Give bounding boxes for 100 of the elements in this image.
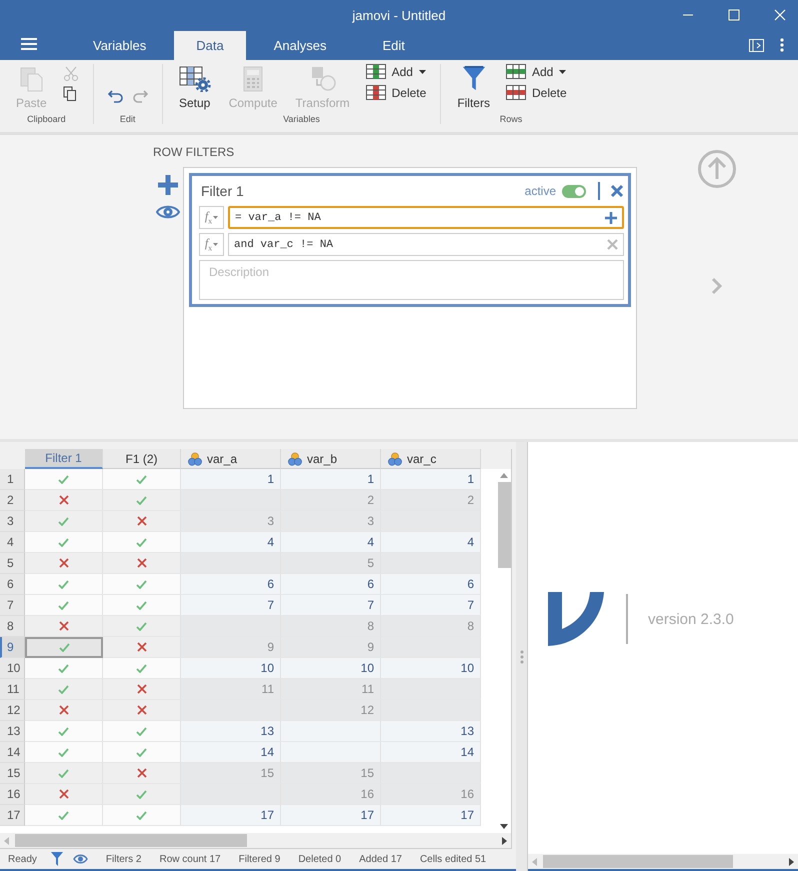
- status-text: Filtered 9: [238, 854, 280, 864]
- drag-handle-icon[interactable]: [520, 650, 524, 664]
- delete-variable-button[interactable]: Delete: [366, 85, 426, 100]
- maximize-icon[interactable]: [728, 9, 740, 21]
- funnel-icon: [460, 66, 487, 92]
- row-number[interactable]: 9: [0, 637, 25, 658]
- row-number[interactable]: 10: [0, 658, 25, 679]
- status-text: Cells edited 51: [420, 854, 486, 864]
- copy-icon[interactable]: [62, 86, 77, 102]
- caret-icon: [418, 70, 426, 74]
- table-cell: 6: [281, 574, 381, 595]
- scroll-up-icon[interactable]: [500, 473, 508, 478]
- column-header[interactable]: Filter 1: [25, 449, 103, 469]
- row-number[interactable]: 3: [0, 511, 25, 532]
- row-number[interactable]: 2: [0, 490, 25, 511]
- group-label: Edit: [120, 114, 136, 124]
- setup-button[interactable]: Setup: [176, 64, 213, 112]
- status-text: Deleted 0: [298, 854, 342, 864]
- table-cell: 7: [281, 595, 381, 616]
- row-number[interactable]: 13: [0, 721, 25, 742]
- scroll-right-icon[interactable]: [502, 836, 507, 844]
- formula-field[interactable]: and var_c != NA: [228, 233, 624, 256]
- menu-icon[interactable]: [21, 38, 37, 50]
- horizontal-scrollbar[interactable]: [528, 854, 798, 869]
- table-cell: 6: [381, 574, 481, 595]
- tab[interactable]: Data: [174, 31, 246, 60]
- tab[interactable]: Variables: [65, 31, 174, 60]
- scroll-down-icon[interactable]: [500, 824, 508, 829]
- table-cell: 7: [381, 595, 481, 616]
- horizontal-scrollbar[interactable]: [0, 833, 511, 848]
- table-cell: 14: [181, 742, 281, 763]
- variable-icon: [388, 452, 402, 466]
- table-cell: 17: [381, 805, 481, 826]
- remove-icon[interactable]: [607, 239, 618, 250]
- filter-name: Filter 1: [200, 183, 245, 199]
- column-header[interactable]: var_c: [381, 449, 481, 469]
- scroll-thumb[interactable]: [543, 855, 733, 868]
- tab[interactable]: Analyses: [246, 31, 354, 60]
- table-cell: 2: [281, 490, 381, 511]
- function-button[interactable]: f$_{x}$: [199, 233, 224, 256]
- row-number[interactable]: 16: [0, 784, 25, 805]
- table-cell: 14: [381, 742, 481, 763]
- add-icon[interactable]: [157, 174, 179, 196]
- row-number[interactable]: 4: [0, 532, 25, 553]
- funnel-icon[interactable]: [50, 852, 63, 866]
- row-number[interactable]: 14: [0, 742, 25, 763]
- column-header[interactable]: var_b: [281, 449, 381, 469]
- column-title: F1 (2): [125, 452, 158, 466]
- eye-icon[interactable]: [72, 854, 88, 864]
- table-cell: 15: [281, 763, 381, 784]
- caret-icon: [213, 243, 218, 246]
- table-cell: 17: [281, 805, 381, 826]
- eye-icon[interactable]: [156, 204, 180, 220]
- row-number[interactable]: 15: [0, 763, 25, 784]
- add-variable-button[interactable]: Add: [366, 64, 426, 79]
- table-cell: 11: [281, 679, 381, 700]
- scroll-thumb[interactable]: [498, 482, 510, 568]
- column-header[interactable]: F1 (2): [103, 449, 181, 469]
- column-title: var_a: [207, 452, 238, 466]
- table-cell: 6: [181, 574, 281, 595]
- scroll-thumb[interactable]: [15, 834, 247, 847]
- row-number[interactable]: 11: [0, 679, 25, 700]
- column-header[interactable]: var_a: [181, 449, 281, 469]
- add-icon[interactable]: [605, 212, 617, 224]
- table-cell: 7: [181, 595, 281, 616]
- table-cell: 2: [381, 490, 481, 511]
- status-text: Filters 2: [106, 854, 142, 864]
- column-title: var_c: [407, 452, 436, 466]
- formula-field[interactable]: = var_a != NA: [228, 206, 624, 229]
- row-number[interactable]: 12: [0, 700, 25, 721]
- active-toggle[interactable]: [562, 184, 586, 198]
- paste-icon: [19, 66, 44, 92]
- row-number[interactable]: 8: [0, 616, 25, 637]
- table-cell: 5: [281, 553, 381, 574]
- tab[interactable]: Edit: [354, 31, 433, 60]
- row-number[interactable]: 6: [0, 574, 25, 595]
- close-icon[interactable]: [610, 184, 624, 198]
- caret-icon: [213, 216, 218, 219]
- add-row-button[interactable]: Add: [506, 64, 567, 79]
- row-number[interactable]: 1: [0, 469, 25, 490]
- function-button[interactable]: f$_{x}$: [199, 206, 224, 229]
- variable-icon: [188, 452, 202, 466]
- table-cell: 4: [381, 532, 481, 553]
- description-field[interactable]: Description: [199, 260, 624, 300]
- scroll-right-icon[interactable]: [789, 858, 794, 866]
- more-options-icon[interactable]: [780, 38, 784, 52]
- status-text: Added 17: [359, 854, 402, 864]
- table-cell: 4: [281, 532, 381, 553]
- panel-toggle-icon[interactable]: [749, 38, 764, 52]
- filters-button[interactable]: Filters: [455, 64, 492, 112]
- calculator-icon: [243, 66, 264, 92]
- undo-icon[interactable]: [108, 89, 124, 103]
- table-cell: 13: [181, 721, 281, 742]
- row-number[interactable]: 5: [0, 553, 25, 574]
- row-number[interactable]: 17: [0, 805, 25, 826]
- table-cell: 12: [281, 700, 381, 721]
- delete-row-button[interactable]: Delete: [506, 85, 567, 100]
- table-cell: 9: [181, 637, 281, 658]
- row-number[interactable]: 7: [0, 595, 25, 616]
- add-column-icon: [366, 64, 386, 79]
